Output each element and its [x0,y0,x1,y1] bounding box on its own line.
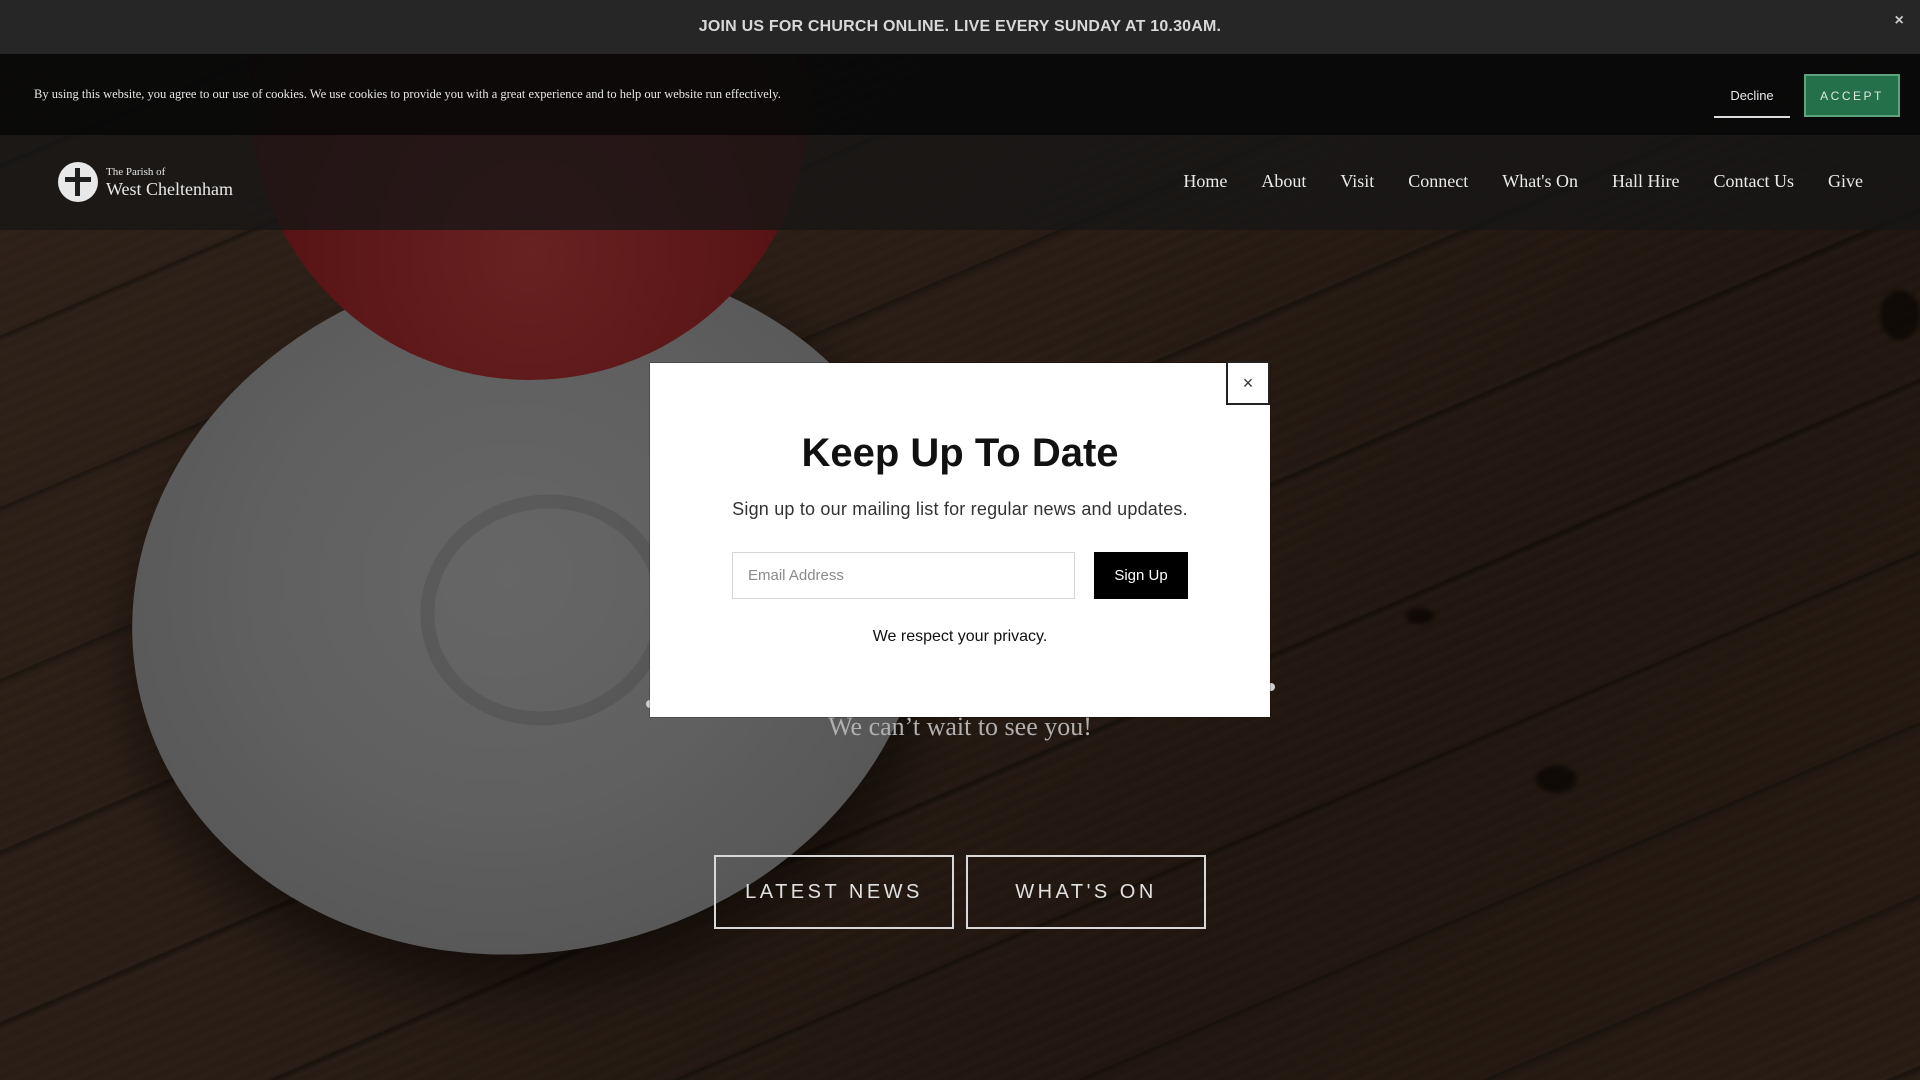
cookie-banner: By using this website, you agree to our … [0,54,1920,135]
nav-item-contact-us[interactable]: Contact Us [1714,171,1795,192]
nav-item-visit[interactable]: Visit [1340,171,1374,192]
whats-on-button[interactable]: WHAT'S ON [966,855,1206,929]
nav-item-give[interactable]: Give [1828,171,1863,192]
nav-item-home[interactable]: Home [1183,171,1227,192]
modal-description: Sign up to our mailing list for regular … [732,499,1188,519]
announcement-text: JOIN US FOR CHURCH ONLINE. LIVE EVERY SU… [698,18,1222,35]
nav-item-about[interactable]: About [1261,171,1306,192]
close-icon[interactable]: × [1226,361,1270,405]
site-header: The Parish of West Cheltenham Home About… [0,135,1920,230]
email-field[interactable] [732,552,1075,599]
logo-text: The Parish of West Cheltenham [106,165,234,199]
privacy-note: We respect your privacy. [872,628,1048,645]
site-logo[interactable]: The Parish of West Cheltenham [58,162,233,202]
logo-line2: West Cheltenham [106,178,234,199]
announcement-bar: JOIN US FOR CHURCH ONLINE. LIVE EVERY SU… [0,0,1920,54]
latest-news-button[interactable]: LATEST NEWS [714,855,954,929]
nav-item-connect[interactable]: Connect [1408,171,1468,192]
signup-button[interactable]: Sign Up [1094,552,1188,599]
modal-title: Keep Up To Date [801,431,1119,475]
nav-item-hall-hire[interactable]: Hall Hire [1612,171,1679,192]
nav-item-whats-on[interactable]: What's On [1502,171,1578,192]
cross-in-circle-icon [58,162,98,202]
close-icon[interactable]: × [1894,12,1904,30]
cookie-text: By using this website, you agree to our … [34,87,781,101]
decline-button[interactable]: Decline [1714,74,1790,118]
logo-line1: The Parish of [106,165,166,178]
newsletter-modal: × Keep Up To Date Sign up to our mailing… [650,361,1270,717]
accept-button[interactable]: ACCEPT [1804,74,1900,117]
main-nav: Home About Visit Connect What's On Hall … [1149,171,1863,192]
